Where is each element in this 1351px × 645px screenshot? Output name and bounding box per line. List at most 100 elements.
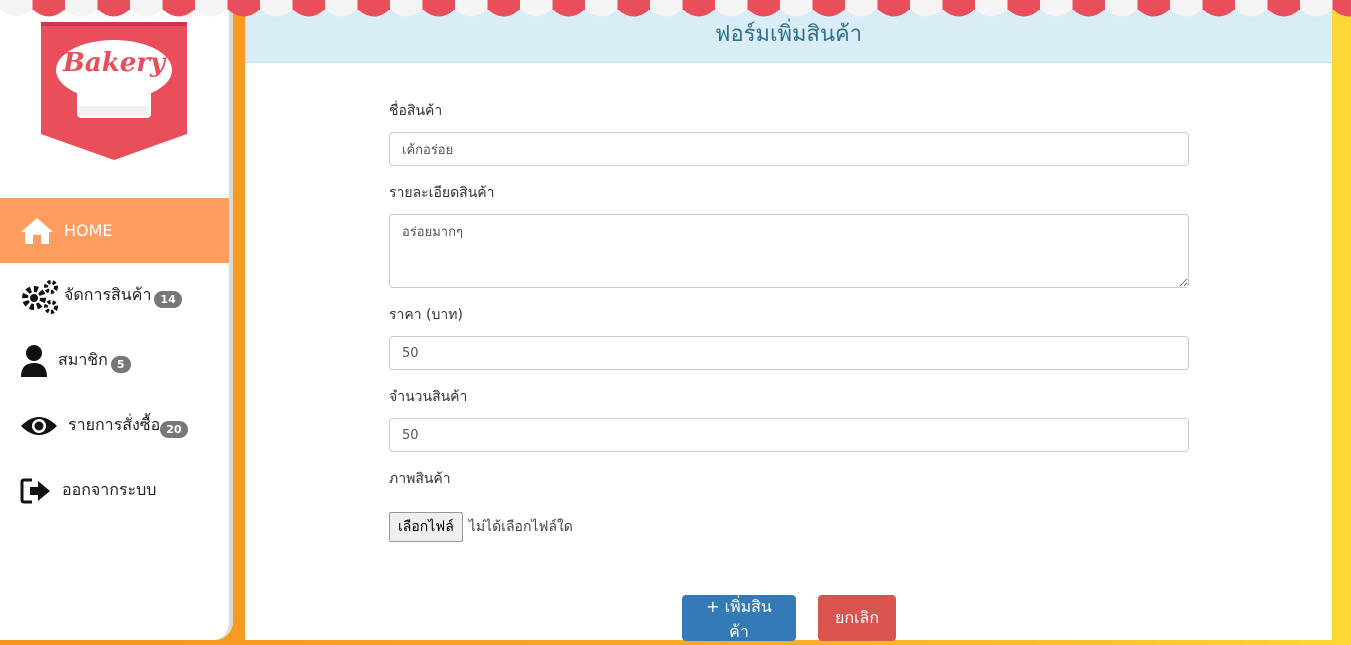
awning-scallop [813, 9, 846, 17]
awning-stripe [585, 0, 618, 10]
product-detail-textarea[interactable]: อร่อยมากๆ [389, 214, 1189, 288]
logo-text: Bakery [39, 48, 189, 78]
awning-scallop [1333, 9, 1351, 17]
awning-stripe [293, 0, 326, 10]
awning-stripe [1138, 0, 1171, 10]
bakery-logo[interactable]: Bakery [39, 18, 189, 162]
awning-scallop [455, 9, 488, 17]
awning-scallop [358, 9, 391, 17]
awning-scallop [520, 9, 553, 17]
sidebar-item-products[interactable]: จัดการสินค้า 14 [0, 263, 229, 328]
awning-stripe [683, 0, 716, 10]
awning-scallop [390, 9, 423, 17]
awning-scallop [130, 9, 163, 17]
awning-stripe [325, 0, 358, 10]
awning-stripe [1203, 0, 1236, 10]
sidebar-item-home[interactable]: HOME [0, 198, 229, 263]
price-input[interactable] [389, 336, 1189, 370]
awning-scallop [228, 9, 261, 17]
awning-stripe [455, 0, 488, 10]
awning-scallop [910, 9, 943, 17]
sidebar-item-members[interactable]: สมาชิก 5 [0, 328, 229, 393]
sidebar-item-label: สมาชิก [58, 348, 108, 373]
awning-scallop [1105, 9, 1138, 17]
form-actions: + เพิ่มสินค้า ยกเลิก [682, 595, 896, 641]
awning-stripe [1105, 0, 1138, 10]
add-product-form: ชื่อสินค้า รายละเอียดสินค้า อร่อยมากๆ รา… [389, 100, 1189, 542]
awning-stripe [943, 0, 976, 10]
awning-scallop [1268, 9, 1301, 17]
awning-stripe [0, 0, 33, 10]
awning-stripe [813, 0, 846, 10]
awning-scallop [553, 9, 586, 17]
awning-scallop [1073, 9, 1106, 17]
awning-scallop [195, 9, 228, 17]
add-product-button[interactable]: + เพิ่มสินค้า [682, 595, 796, 641]
product-name-input[interactable] [389, 132, 1189, 166]
file-status-text: ไม่ได้เลือกไฟล์ใด [469, 516, 573, 538]
awning-scallop [780, 9, 813, 17]
awning-scallop [748, 9, 781, 17]
awning-stripe [390, 0, 423, 10]
awning-stripe [228, 0, 261, 10]
price-label: ราคา (บาท) [389, 304, 1189, 324]
sidebar-nav: HOME จัดการสินค้า 14 สมาชิก 5 [0, 198, 229, 523]
members-count-badge: 5 [111, 356, 131, 373]
sidebar-item-label: HOME [64, 221, 113, 240]
gears-icon [20, 278, 60, 314]
awning-scallop [98, 9, 131, 17]
awning-stripe [520, 0, 553, 10]
eye-icon [20, 408, 64, 444]
awning-scallop [1008, 9, 1041, 17]
awning-stripe [1235, 0, 1268, 10]
awning-decoration [0, 0, 1351, 22]
awning-stripe [975, 0, 1008, 10]
products-count-badge: 14 [154, 291, 181, 308]
awning-scallop [0, 9, 33, 17]
awning-scallop [1138, 9, 1171, 17]
orders-count-badge: 20 [160, 421, 187, 438]
awning-stripe [423, 0, 456, 10]
awning-stripe [1333, 0, 1351, 10]
awning-stripe [195, 0, 228, 10]
awning-scallop [423, 9, 456, 17]
quantity-input[interactable] [389, 418, 1189, 452]
awning-scallop [715, 9, 748, 17]
awning-scallop [488, 9, 521, 17]
awning-scallop [1235, 9, 1268, 17]
main-panel: ฟอร์มเพิ่มสินค้า ชื่อสินค้า รายละเอียดสิ… [245, 0, 1332, 640]
awning-scallop [1040, 9, 1073, 17]
file-picker: เลือกไฟล์ ไม่ได้เลือกไฟล์ใด [389, 512, 1189, 542]
awning-scallop [1170, 9, 1203, 17]
awning-stripe [618, 0, 651, 10]
product-detail-label: รายละเอียดสินค้า [389, 182, 1189, 202]
choose-file-button[interactable]: เลือกไฟล์ [389, 512, 463, 542]
sidebar: Bakery HOME จัดการสินค้า 14 [0, 0, 233, 640]
awning-stripe [260, 0, 293, 10]
sidebar-item-label: จัดการสินค้า [64, 283, 151, 308]
awning-scallop [683, 9, 716, 17]
awning-stripe [488, 0, 521, 10]
awning-stripe [130, 0, 163, 10]
awning-stripe [33, 0, 66, 10]
awning-scallop [260, 9, 293, 17]
sidebar-item-logout[interactable]: ออกจากระบบ [0, 458, 229, 523]
product-image-label: ภาพสินค้า [389, 468, 1189, 488]
sidebar-item-label: รายการสั่งซื้อ [68, 413, 160, 438]
awning-stripe [553, 0, 586, 10]
sign-out-icon [20, 473, 58, 509]
awning-scallop [33, 9, 66, 17]
awning-stripe [748, 0, 781, 10]
awning-scallop [585, 9, 618, 17]
awning-scallop [293, 9, 326, 17]
awning-scallop [325, 9, 358, 17]
awning-scallop [163, 9, 196, 17]
awning-scallop [1203, 9, 1236, 17]
awning-scallop [618, 9, 651, 17]
quantity-label: จำนวนสินค้า [389, 386, 1189, 406]
sidebar-item-orders[interactable]: รายการสั่งซื้อ 20 [0, 393, 229, 458]
awning-stripe [358, 0, 391, 10]
awning-stripe [163, 0, 196, 10]
cancel-button[interactable]: ยกเลิก [818, 595, 896, 641]
sidebar-item-label: ออกจากระบบ [62, 478, 156, 503]
